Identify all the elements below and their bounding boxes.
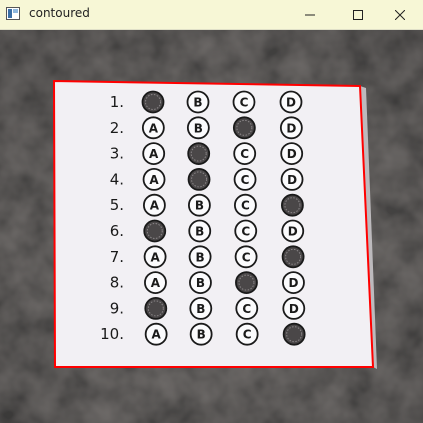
question-number: 4. [110, 170, 124, 188]
answer-sheet-paper [54, 81, 373, 367]
bubble-letter: A [150, 250, 160, 264]
bubble-letter: C [241, 173, 250, 187]
bubble-letter: B [196, 302, 205, 316]
bubble-letter: B [197, 328, 206, 342]
question-number: 3. [110, 145, 124, 163]
bubble-letter: D [288, 225, 298, 239]
question-number: 5. [110, 196, 124, 214]
question-number: 7. [110, 248, 124, 266]
bubble-letter: C [242, 302, 251, 316]
bubble-letter: C [241, 225, 250, 239]
filled-bubble [281, 245, 305, 269]
question-number: 10. [100, 325, 124, 343]
maximize-button[interactable] [335, 0, 381, 29]
question-number: 1. [110, 93, 124, 111]
question-number: 2. [110, 119, 124, 137]
bubble-letter: A [149, 121, 159, 135]
bubble-letter: D [287, 173, 297, 187]
bubble-letter: B [196, 276, 205, 290]
close-button[interactable] [377, 0, 423, 29]
bubble-letter: B [194, 121, 203, 135]
bubble-letter: A [150, 199, 160, 213]
bubble-letter: B [196, 250, 205, 264]
bubble-letter: A [149, 147, 159, 161]
image-canvas: 1. B C D 2. A B D 3. A C D 4. A C D 5. A B C 6. B C D 7. A B C 8. A B D… [0, 30, 423, 423]
minimize-icon [305, 14, 315, 15]
photo: 1. B C D 2. A B D 3. A C D 4. A C D 5. A B C 6. B C D 7. A B C 8. A B D… [0, 30, 423, 423]
bubble-letter: D [287, 147, 297, 161]
close-icon [395, 9, 405, 20]
bubble-letter: A [151, 276, 161, 290]
window-title: contoured [29, 6, 90, 20]
bubble-letter: B [193, 96, 202, 110]
bubble-letter: C [240, 96, 249, 110]
bubble-letter: D [289, 302, 299, 316]
question-number: 9. [110, 299, 124, 317]
bubble-letter: A [152, 328, 162, 342]
bubble-letter: D [286, 121, 296, 135]
bubble-letter: C [242, 250, 251, 264]
bubble-letter: D [286, 96, 296, 110]
filled-bubble [235, 271, 258, 295]
bubble-letter: B [195, 225, 204, 239]
bubble-letter: B [195, 199, 204, 213]
image-window-icon [6, 7, 20, 20]
bubble-letter: C [243, 328, 252, 342]
title-bar[interactable]: contoured [0, 0, 423, 30]
bubble-letter: C [240, 147, 249, 161]
question-number: 6. [110, 222, 124, 240]
bubble-letter: D [288, 276, 298, 290]
image-window: contoured 1. B C D 2. A B D 3. A C D 4. … [0, 0, 423, 423]
bubble-letter: A [149, 173, 159, 187]
filled-bubble [143, 219, 167, 243]
maximize-icon [353, 9, 363, 20]
minimize-button[interactable] [287, 0, 333, 29]
bubble-letter: C [241, 199, 250, 213]
question-number: 8. [110, 274, 124, 292]
